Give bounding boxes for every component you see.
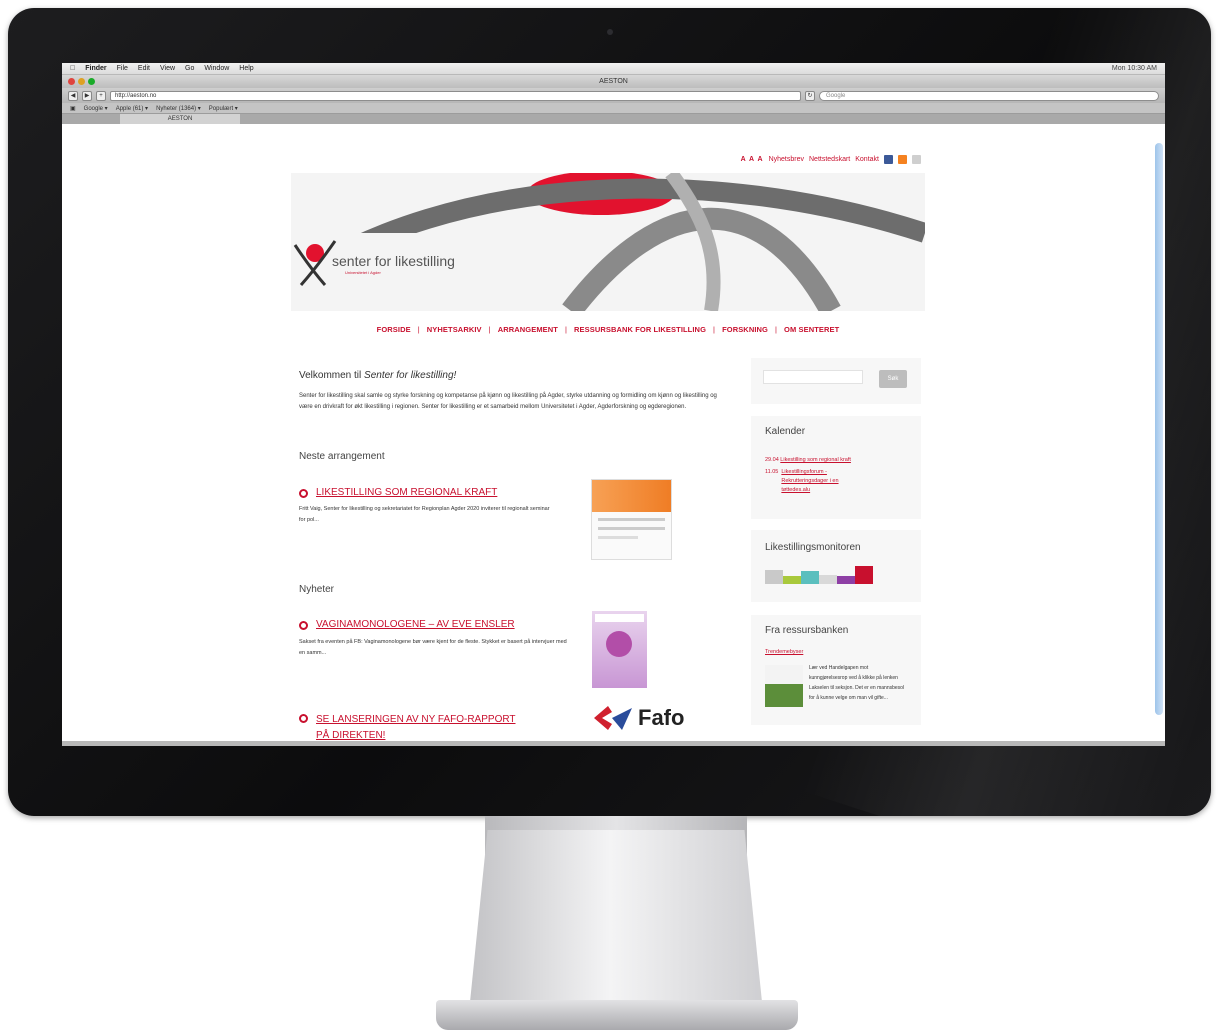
news-excerpt: Sakset fra eventen på FB: Vaginamonologe… [299, 639, 567, 656]
calendar-item: 29.04 Likestilling som regional kraft [765, 456, 915, 465]
menubar-item-window[interactable]: Window [204, 65, 229, 72]
welcome-prefix: Velkommen til [299, 370, 362, 381]
nav-om-senteret[interactable]: OM SENTERET [784, 325, 839, 334]
calendar-date: 11.05 [765, 469, 779, 475]
fafo-logo[interactable]: Fafo [592, 700, 702, 736]
window-bottom-edge [62, 741, 1165, 746]
welcome-heading: Velkommen til Senter for likestilling! [299, 370, 729, 381]
web-viewport: A A A Nyhetsbrev Nettstedskart Kontakt s… [62, 140, 1165, 746]
monitor-bars[interactable] [765, 566, 877, 584]
link-nettstedskart[interactable]: Nettstedskart [809, 156, 850, 163]
menubar-item-go[interactable]: Go [185, 65, 194, 72]
bookmark-apple[interactable]: Apple (61) ▾ [116, 105, 148, 112]
tab-bar: AESTON [62, 114, 1165, 124]
news-title-link[interactable]: VAGINAMONOLOGENE – AV EVE ENSLER [316, 619, 515, 630]
intro-text: Senter for likestilling skal samle og st… [299, 393, 717, 410]
menubar-item-help[interactable]: Help [239, 65, 253, 72]
calendar-list: 29.04 Likestilling som regional kraft 11… [765, 456, 915, 495]
event-thumbnail[interactable] [591, 479, 672, 560]
close-icon[interactable] [68, 78, 75, 85]
logo-text[interactable]: senter for likestilling [332, 253, 455, 269]
news-heading: Nyheter [299, 584, 335, 595]
nav-nyhetsarkiv[interactable]: NYHETSARKIV [427, 325, 482, 334]
back-button[interactable]: ◀ [68, 90, 78, 101]
calendar-event-link[interactable]: Likestillingsforum - Rekrutteringsdager … [781, 468, 861, 495]
bookmark-google[interactable]: Google ▾ [84, 105, 108, 112]
monitor-foot [436, 1000, 798, 1030]
header-banner: senter for likestilling Universitetet i … [291, 173, 925, 311]
resource-text: Lær ved Handelgapen mot kunngjørelsesrop… [809, 665, 905, 701]
logo-tagline: Universitetet i Agder [345, 270, 381, 275]
calendar-event-link[interactable]: Likestilling som regional kraft [780, 457, 851, 463]
calendar-item: 11.05 Likestillingsforum - Rekrutterings… [765, 468, 915, 495]
news-thumbnail[interactable] [592, 611, 647, 688]
event-excerpt: Fritt Vaig, Senter for likestilling og s… [299, 506, 550, 523]
news-title-line2[interactable]: PÅ DIREKTEN! [316, 730, 385, 741]
menubar-item-finder[interactable]: Finder [85, 65, 106, 72]
screen:  Finder File Edit View Go Window Help M… [62, 63, 1165, 746]
monitor-box: Likestillingsmonitoren [751, 530, 921, 602]
site-search-input[interactable] [763, 370, 863, 384]
bullet-icon [299, 621, 308, 630]
link-nyhetsbrev[interactable]: Nyhetsbrev [769, 156, 804, 163]
menubar-clock[interactable]: Mon 10:30 AM [1112, 65, 1157, 72]
site-search-button[interactable]: Søk [879, 370, 907, 388]
nav-arrangement[interactable]: ARRANGEMENT [498, 325, 558, 334]
link-kontakt[interactable]: Kontakt [855, 156, 879, 163]
fafo-logo-icon [594, 706, 632, 730]
bookmarks-bar: ▣ Google ▾ Apple (61) ▾ Nyheter (1364) ▾… [62, 103, 1165, 114]
utility-nav: A A A Nyhetsbrev Nettstedskart Kontakt [741, 155, 921, 164]
window-title: AESTON [599, 78, 628, 85]
resource-title: Fra ressursbanken [765, 625, 849, 636]
facebook-icon[interactable] [884, 155, 893, 164]
resource-thumbnail[interactable] [765, 665, 803, 707]
reload-button[interactable]: ↻ [805, 90, 815, 101]
calendar-date: 29.04 [765, 457, 779, 463]
minimize-icon[interactable] [78, 78, 85, 85]
fafo-logo-text: Fafo [638, 705, 685, 730]
bookmark-nyheter[interactable]: Nyheter (1364) ▾ [156, 105, 201, 112]
add-bookmark-button[interactable]: + [96, 90, 106, 101]
main-nav: FORSIDE | NYHETSARKIV | ARRANGEMENT | RESSURSB… [376, 325, 840, 334]
search-input[interactable]: Google [819, 90, 1159, 101]
tab-aeston[interactable]: AESTON [120, 114, 240, 124]
menubar-item-file[interactable]: File [117, 65, 128, 72]
vertical-scrollbar[interactable] [1155, 143, 1163, 715]
nav-forskning[interactable]: FORSKNING [722, 325, 768, 334]
banner-graphic [291, 173, 925, 311]
apple-icon[interactable]:  [70, 65, 75, 72]
traffic-lights [68, 78, 95, 85]
browser-toolbar: ◀ ▶ + http://aeston.no ↻ Google [62, 88, 1165, 103]
nav-ressursbank[interactable]: RESSURSBANK FOR LIKESTILLING [574, 325, 706, 334]
address-bar[interactable]: http://aeston.no [110, 90, 801, 101]
monitor-stand [470, 830, 762, 1002]
resource-box: Fra ressursbanken Trendemebyser Lær ved … [751, 615, 921, 725]
zoom-icon[interactable] [88, 78, 95, 85]
rss-icon[interactable] [898, 155, 907, 164]
bullet-icon [299, 714, 308, 723]
menubar:  Finder File Edit View Go Window Help M… [62, 63, 1165, 75]
main-content: Velkommen til Senter for likestilling! S… [299, 370, 729, 741]
news-title-link-2[interactable]: SE LANSERINGEN AV NY FAFO-RAPPORT PÅ DIR… [316, 712, 516, 744]
window-titlebar: AESTON [62, 75, 1165, 88]
reading-list-icon[interactable]: ▣ [70, 105, 76, 112]
menubar-item-edit[interactable]: Edit [138, 65, 150, 72]
bookmark-populaert[interactable]: Populært ▾ [209, 105, 238, 112]
sidebar-search: Søk [751, 358, 921, 404]
camera-icon [607, 29, 613, 35]
monitor-title: Likestillingsmonitoren [765, 542, 861, 553]
menubar-item-view[interactable]: View [160, 65, 175, 72]
email-icon[interactable] [912, 155, 921, 164]
news-title-line1[interactable]: SE LANSERINGEN AV NY FAFO-RAPPORT [316, 714, 516, 725]
nav-forside[interactable]: FORSIDE [377, 325, 411, 334]
next-event-heading: Neste arrangement [299, 451, 385, 462]
welcome-name: Senter for likestilling! [364, 370, 457, 381]
event-title-link[interactable]: LIKESTILLING SOM REGIONAL KRAFT [316, 487, 497, 498]
forward-button[interactable]: ▶ [82, 90, 92, 101]
calendar-title: Kalender [765, 426, 806, 437]
text-size-control[interactable]: A A A [741, 156, 764, 163]
resource-link[interactable]: Trendemebyser [765, 649, 803, 655]
calendar-box: Kalender 29.04 Likestilling som regional… [751, 416, 921, 519]
bullet-icon [299, 489, 308, 498]
